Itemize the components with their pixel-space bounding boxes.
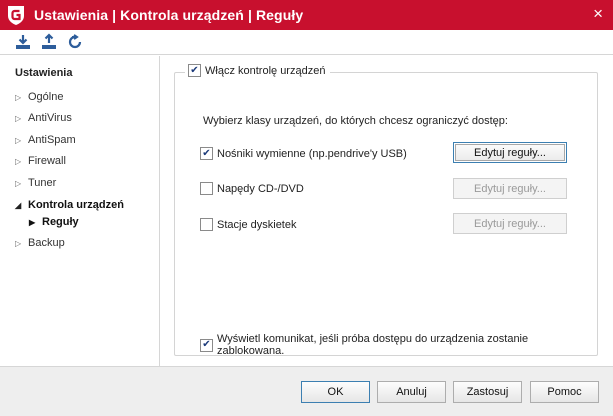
notify-blocked-row[interactable]: Wyświetl komunikat, jeśli próba dostępu … bbox=[200, 333, 597, 357]
notify-blocked-checkbox[interactable] bbox=[200, 338, 213, 352]
dialog-footer: OK Anuluj Zastosuj Pomoc bbox=[0, 366, 613, 416]
expand-arrow-icon: ▷ bbox=[15, 113, 22, 123]
sidebar-heading: Ustawienia bbox=[15, 67, 73, 79]
sidebar-item-tuner[interactable]: ▷ Tuner bbox=[15, 175, 56, 191]
sidebar-item-label: AntiVirus bbox=[28, 112, 72, 124]
sidebar-item-label: Backup bbox=[28, 237, 65, 249]
expand-arrow-icon: ▷ bbox=[15, 156, 22, 166]
sidebar-item-label: AntiSpam bbox=[28, 134, 76, 146]
ok-button[interactable]: OK bbox=[301, 381, 370, 403]
enable-device-control-row[interactable]: Włącz kontrolę urządzeń bbox=[185, 64, 331, 77]
sidebar-item-ogolne[interactable]: ▷ Ogólne bbox=[15, 89, 63, 105]
sidebar-item-label: Ogólne bbox=[28, 91, 64, 103]
close-button[interactable]: × bbox=[593, 5, 603, 23]
title-bar: Ustawienia | Kontrola urządzeń | Reguły … bbox=[0, 0, 613, 30]
rules-panel: Włącz kontrolę urządzeń Wybierz klasy ur… bbox=[161, 56, 613, 366]
sidebar-item-label: Kontrola urządzeń bbox=[28, 199, 124, 211]
sidebar-item-antivirus[interactable]: ▷ AntiVirus bbox=[15, 110, 72, 126]
device-classes-intro: Wybierz klasy urządzeń, do których chces… bbox=[203, 115, 508, 127]
removable-media-label: Nośniki wymienne (np.pendrive'y USB) bbox=[217, 147, 407, 160]
edit-rules-floppy-button: Edytuj reguły... bbox=[453, 213, 567, 234]
selected-arrow-icon: ▶ bbox=[29, 217, 36, 227]
sidebar-item-label: Tuner bbox=[28, 177, 57, 189]
device-control-group: Włącz kontrolę urządzeń Wybierz klasy ur… bbox=[174, 64, 598, 357]
sidebar-item-label: Reguły bbox=[42, 216, 79, 228]
removable-media-checkbox[interactable] bbox=[200, 147, 213, 160]
expand-arrow-icon: ▷ bbox=[15, 92, 22, 102]
toolbar bbox=[0, 30, 613, 55]
notify-blocked-label: Wyświetl komunikat, jeśli próba dostępu … bbox=[217, 333, 529, 357]
floppy-checkbox[interactable] bbox=[200, 218, 213, 231]
cd-dvd-checkbox[interactable] bbox=[200, 182, 213, 195]
floppy-row[interactable]: Stacje dyskietek bbox=[200, 218, 296, 231]
export-icon[interactable] bbox=[39, 32, 59, 52]
sidebar-item-kontrola-urzadzen[interactable]: ◢ Kontrola urządzeń bbox=[15, 197, 124, 213]
gdata-logo-icon bbox=[5, 4, 27, 26]
sidebar-item-backup[interactable]: ▷ Backup bbox=[15, 235, 65, 251]
sidebar-item-antispam[interactable]: ▷ AntiSpam bbox=[15, 132, 76, 148]
restore-defaults-icon[interactable] bbox=[65, 32, 85, 52]
sidebar-item-reguly[interactable]: ▶ Reguły bbox=[29, 214, 79, 230]
floppy-label: Stacje dyskietek bbox=[217, 218, 297, 231]
expand-arrow-icon: ▷ bbox=[15, 178, 22, 188]
cancel-button[interactable]: Anuluj bbox=[377, 381, 446, 403]
sidebar-item-firewall[interactable]: ▷ Firewall bbox=[15, 153, 66, 169]
expand-arrow-icon: ▷ bbox=[15, 238, 22, 248]
settings-sidebar: Ustawienia ▷ Ogólne ▷ AntiVirus ▷ AntiSp… bbox=[0, 56, 160, 366]
import-icon[interactable] bbox=[13, 32, 33, 52]
enable-device-control-label: Włącz kontrolę urządzeń bbox=[205, 64, 326, 77]
cd-dvd-row[interactable]: Napędy CD-/DVD bbox=[200, 182, 304, 195]
edit-rules-cd-dvd-button: Edytuj reguły... bbox=[453, 178, 567, 199]
enable-device-control-checkbox[interactable] bbox=[188, 64, 201, 77]
sidebar-item-label: Firewall bbox=[28, 155, 66, 167]
window-title: Ustawienia | Kontrola urządzeń | Reguły bbox=[34, 7, 304, 23]
expand-arrow-icon: ▷ bbox=[15, 135, 22, 145]
cd-dvd-label: Napędy CD-/DVD bbox=[217, 182, 304, 195]
help-button[interactable]: Pomoc bbox=[530, 381, 599, 403]
expanded-arrow-icon: ◢ bbox=[15, 200, 22, 210]
edit-rules-removable-button[interactable]: Edytuj reguły... bbox=[453, 142, 567, 163]
apply-button[interactable]: Zastosuj bbox=[453, 381, 522, 403]
removable-media-row[interactable]: Nośniki wymienne (np.pendrive'y USB) bbox=[200, 147, 407, 160]
